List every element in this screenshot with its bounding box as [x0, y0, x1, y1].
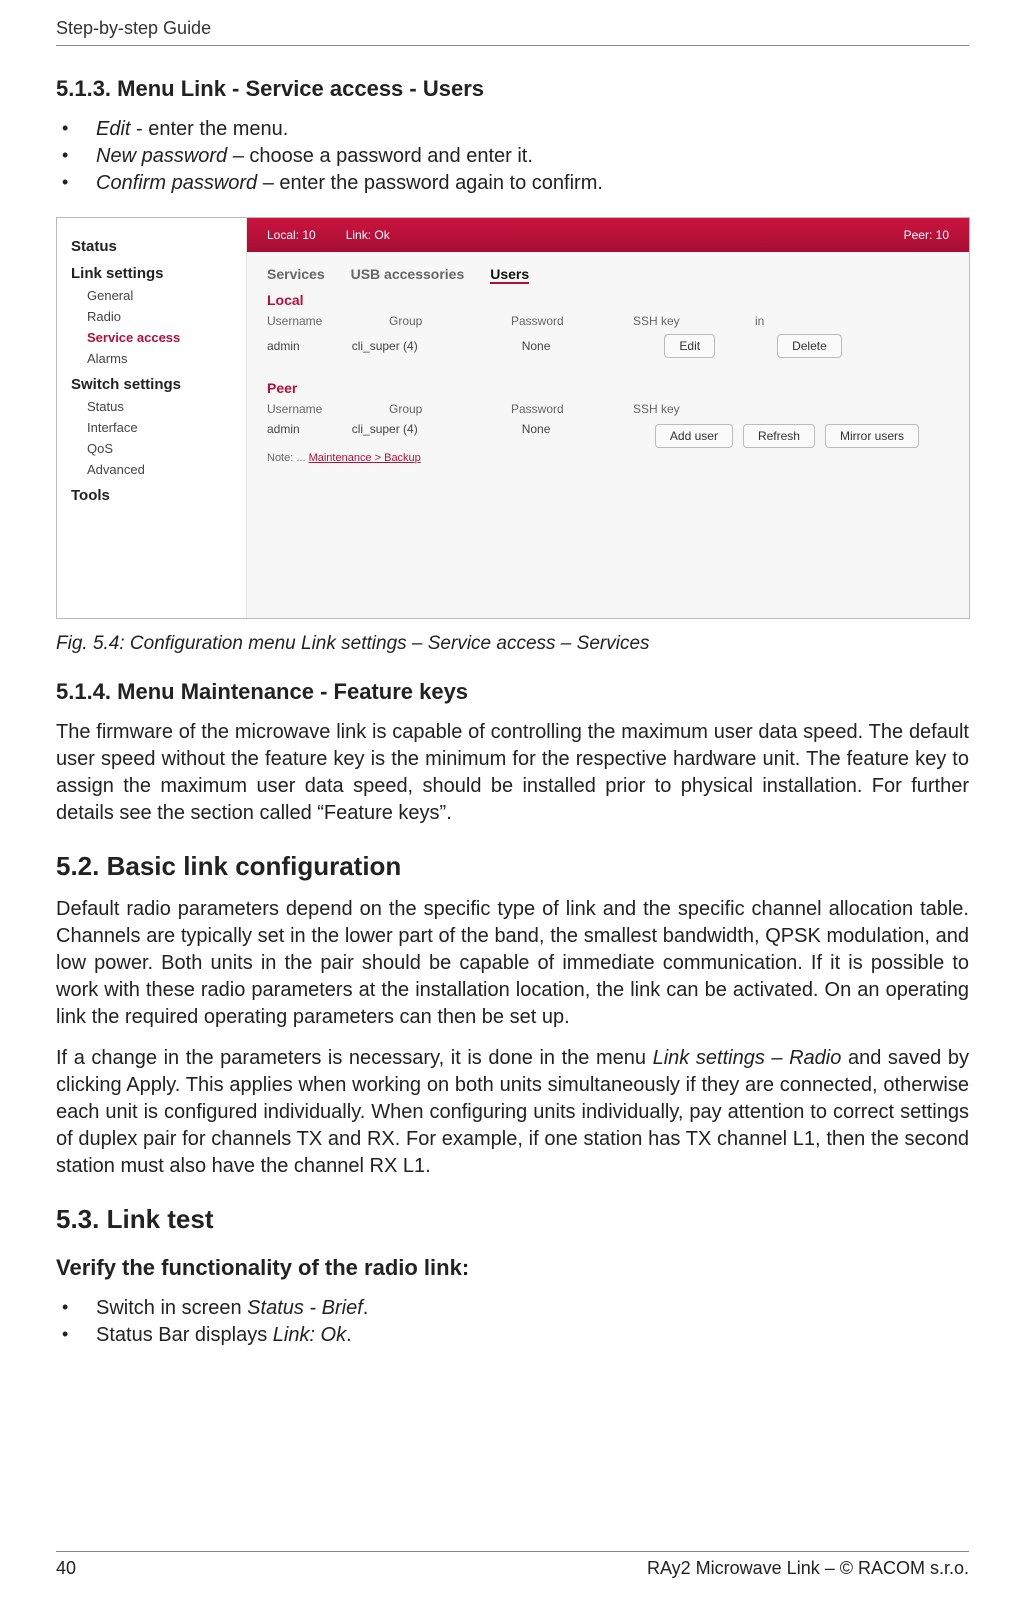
cell: admin — [267, 339, 300, 353]
cell: cli_super (4) — [352, 422, 418, 436]
col-header: Username — [267, 402, 337, 416]
col-header: Password — [511, 402, 581, 416]
paragraph-52a: Default radio parameters depend on the s… — [56, 896, 969, 1031]
maintenance-backup-link[interactable]: Maintenance > Backup — [309, 452, 421, 464]
figure-screenshot: Status Link settings General Radio Service a… — [56, 217, 970, 619]
sidebar-item[interactable]: Service access — [87, 330, 232, 345]
sidebar-item[interactable]: Status — [87, 399, 232, 414]
list-53: Switch in screen Status - Brief.Status B… — [56, 1295, 969, 1349]
col-header: in — [755, 314, 825, 328]
list-513: Edit - enter the menu.New password – cho… — [56, 116, 969, 197]
list-item: Switch in screen Status - Brief. — [56, 1295, 969, 1322]
heading-514: 5.1.4. Menu Maintenance - Feature keys — [56, 679, 969, 705]
topbar-stat: Local: 10 — [267, 228, 316, 242]
cell: None — [522, 339, 551, 353]
cell: admin — [267, 422, 300, 436]
sidebar-item[interactable]: Alarms — [87, 351, 232, 366]
delete-button[interactable]: Delete — [777, 334, 842, 358]
tab[interactable]: Users — [490, 266, 529, 284]
col-header: SSH key — [633, 402, 703, 416]
col-header: Group — [389, 314, 459, 328]
backup-note: Note: ... Maintenance > Backup — [267, 452, 949, 464]
sidebar-item[interactable]: QoS — [87, 441, 232, 456]
running-head: Step-by-step Guide — [56, 18, 969, 46]
col-header: Username — [267, 314, 337, 328]
sidebar-group[interactable]: Status — [71, 238, 232, 255]
note-pre: Note: ... — [267, 452, 309, 464]
sidebar-item[interactable]: Interface — [87, 420, 232, 435]
peer-title: Peer — [267, 380, 949, 396]
topbar-stat: Link: Ok — [346, 228, 390, 242]
sidebar-item[interactable]: General — [87, 288, 232, 303]
tab[interactable]: USB accessories — [351, 266, 465, 282]
sidebar: Status Link settings General Radio Service a… — [57, 218, 247, 618]
heading-52: 5.2. Basic link configuration — [56, 851, 969, 882]
p52b-pre: If a change in the parameters is necessa… — [56, 1047, 653, 1069]
cell: None — [522, 422, 551, 436]
heading-53: 5.3. Link test — [56, 1204, 969, 1235]
list-item: Edit - enter the menu. — [56, 116, 969, 143]
list-item: Status Bar displays Link: Ok. — [56, 1322, 969, 1349]
local-title: Local — [267, 292, 949, 308]
heading-verify: Verify the functionality of the radio li… — [56, 1255, 969, 1281]
figure-caption: Fig. 5.4: Configuration menu Link settin… — [56, 633, 969, 655]
screenshot-topbar: Local: 10 Link: Ok Peer: 10 — [247, 218, 969, 252]
cell: cli_super (4) — [352, 339, 418, 353]
refresh-button[interactable]: Refresh — [743, 424, 815, 448]
col-header: Group — [389, 402, 459, 416]
sidebar-item[interactable]: Advanced — [87, 462, 232, 477]
list-item: Confirm password – enter the password ag… — [56, 170, 969, 197]
tabs: Services USB accessories Users — [267, 266, 949, 282]
sidebar-item[interactable]: Radio — [87, 309, 232, 324]
paragraph-52b: If a change in the parameters is necessa… — [56, 1045, 969, 1180]
list-item: New password – choose a password and ent… — [56, 143, 969, 170]
topbar-stat: Peer: 10 — [904, 228, 949, 242]
paragraph-514: The firmware of the microwave link is ca… — [56, 719, 969, 827]
add-user-button[interactable]: Add user — [655, 424, 733, 448]
p52b-it: Link settings – Radio — [653, 1047, 842, 1069]
sidebar-group[interactable]: Link settings — [71, 265, 232, 282]
page-number: 40 — [56, 1558, 76, 1579]
mirror-users-button[interactable]: Mirror users — [825, 424, 919, 448]
sidebar-group[interactable]: Switch settings — [71, 376, 232, 393]
screenshot-content: Services USB accessories Users Local Usern… — [267, 266, 949, 464]
tab[interactable]: Services — [267, 266, 325, 282]
footer-title: RAy2 Microwave Link – © RACOM s.r.o. — [647, 1558, 969, 1579]
heading-513: 5.1.3. Menu Link - Service access - User… — [56, 76, 969, 102]
sidebar-group[interactable]: Tools — [71, 487, 232, 504]
col-header: SSH key — [633, 314, 703, 328]
col-header: Password — [511, 314, 581, 328]
button-row: Add user Refresh Mirror users — [645, 424, 919, 448]
edit-button[interactable]: Edit — [664, 334, 715, 358]
